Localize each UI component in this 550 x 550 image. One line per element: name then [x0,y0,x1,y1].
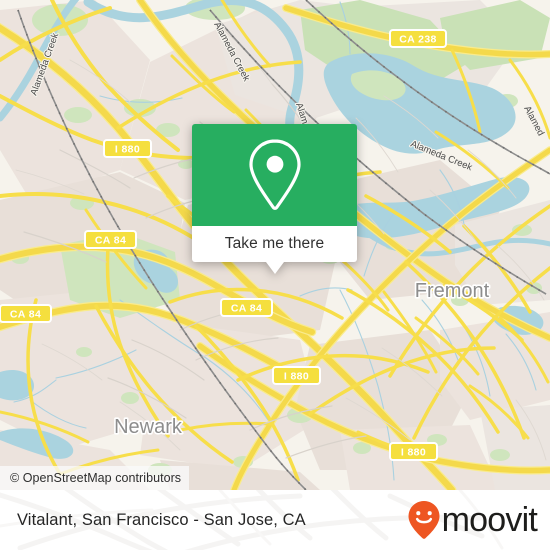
highway-shield: CA 84 [84,230,137,249]
take-me-there-label: Take me there [224,235,325,252]
map-pin-icon [248,139,301,211]
svg-text:I 880: I 880 [115,144,140,156]
map-canvas[interactable]: .bg { fill:#f6f3ec; } .res { fill:#ece3d… [0,0,550,490]
highway-shield: CA 238 [389,29,447,48]
place-label-newark: Newark [114,416,183,438]
footer-bar: Vitalant, San Francisco - San Jose, CA m… [0,490,550,550]
highway-shield: I 880 [103,139,152,158]
popup-action-panel[interactable]: Take me there [192,226,357,262]
moovit-logo[interactable]: moovit [407,490,538,550]
page-title-text: Vitalant, San Francisco - San Jose, CA [17,510,306,529]
popup-pointer-tail [265,262,284,274]
osm-attribution-text: © OpenStreetMap contributors [10,471,182,485]
highway-shield: CA 84 [0,304,52,323]
svg-text:CA 84: CA 84 [95,235,126,247]
svg-text:CA 84: CA 84 [231,303,262,315]
highway-shield: I 880 [389,442,438,461]
svg-text:I 880: I 880 [284,371,309,383]
moovit-wordmark: moovit [441,501,538,539]
svg-text:CA 238: CA 238 [399,34,437,46]
popup-icon-panel [192,124,357,226]
highway-shield: I 880 [272,366,321,385]
place-label-fremont: Fremont [415,280,490,302]
map-page: .bg { fill:#f6f3ec; } .res { fill:#ece3d… [0,0,550,550]
highway-shield: CA 84 [220,298,273,317]
page-title: Vitalant, San Francisco - San Jose, CA [17,490,306,550]
take-me-there-popup[interactable]: Take me there [192,124,357,274]
osm-attribution[interactable]: © OpenStreetMap contributors [0,466,190,490]
moovit-pin-smiley-icon [408,501,440,539]
svg-text:CA 84: CA 84 [10,309,41,321]
svg-text:I 880: I 880 [401,447,426,459]
